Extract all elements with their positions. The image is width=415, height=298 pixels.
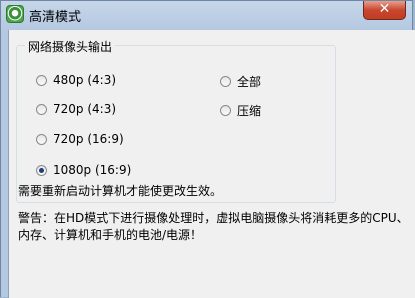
radio-button[interactable] (220, 105, 231, 116)
radio-label: 480p (4:3) (53, 73, 117, 87)
close-icon: ✕ (378, 1, 391, 17)
restart-notice: 需要重新启动计算机才能使更改生效。 (18, 184, 223, 198)
app-icon (6, 5, 24, 23)
radio-720p-4-3[interactable]: 720p (4:3) (36, 102, 116, 116)
close-button[interactable]: ✕ (363, 1, 406, 20)
output-group: 网络摄像头输出 480p (4:3) 720p (4:3) 720p (16:9… (16, 38, 336, 203)
radio-label: 1080p (16:9) (53, 163, 132, 177)
radio-480p-4-3[interactable]: 480p (4:3) (36, 73, 116, 87)
radio-label: 压缩 (237, 104, 262, 118)
radio-button[interactable] (36, 103, 47, 115)
radio-label: 720p (16:9) (53, 132, 124, 146)
window-title: 高清模式 (29, 10, 82, 25)
radio-label: 全部 (237, 75, 262, 89)
title-bar: 高清模式 ✕ (1, 1, 412, 29)
radio-all[interactable]: 全部 (220, 73, 261, 90)
radio-compress[interactable]: 压缩 (220, 102, 261, 119)
radio-720p-16-9[interactable]: 720p (16:9) (36, 132, 124, 146)
radio-button[interactable] (36, 164, 47, 176)
dialog-content: 网络摄像头输出 480p (4:3) 720p (4:3) 720p (16:9… (8, 30, 415, 298)
radio-label: 720p (4:3) (53, 102, 117, 116)
group-legend: 网络摄像头输出 (25, 38, 116, 55)
dialog-window: 高清模式 ✕ 网络摄像头输出 480p (4:3) 720p (4:3) 720… (0, 0, 415, 298)
radio-button[interactable] (36, 133, 47, 145)
radio-button[interactable] (36, 74, 47, 86)
warning-text: 警告：在HD模式下进行摄像处理时，虚拟电脑摄像头将消耗更多的CPU、内存、计算机… (18, 211, 409, 242)
radio-1080p-16-9[interactable]: 1080p (16:9) (36, 163, 131, 177)
radio-button[interactable] (220, 76, 231, 87)
